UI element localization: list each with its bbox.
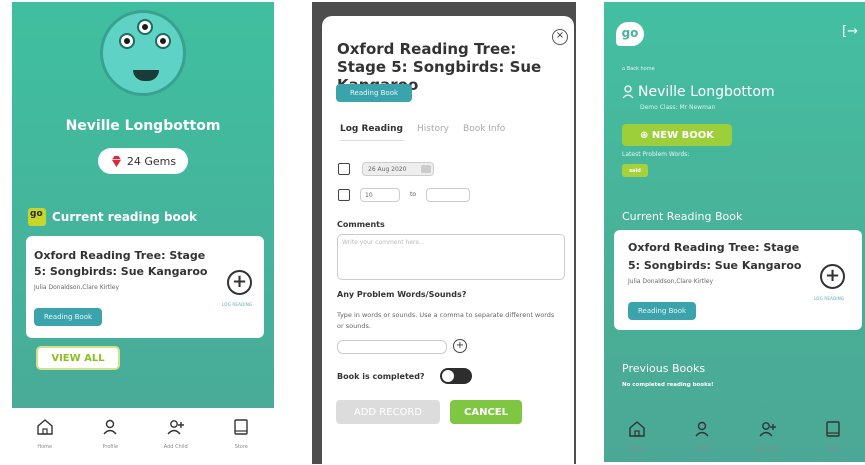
- modal-reading-book-tag: Reading Book: [336, 84, 412, 102]
- back-home-link[interactable]: ⌂ Back home: [622, 66, 655, 72]
- latest-problem-label: Latest Problem Words:: [622, 151, 690, 158]
- avatar-eye-right: [155, 33, 171, 49]
- view-all-button[interactable]: VIEW ALL: [36, 346, 120, 370]
- nav-add-child[interactable]: Add Child: [743, 420, 793, 452]
- nav-profile[interactable]: Profile: [677, 420, 727, 452]
- add-record-button[interactable]: ADD RECORD: [336, 400, 440, 424]
- book-authors: Julia Donaldson,Clare Kirtley: [628, 278, 714, 285]
- nav-add-child-label: Add Child: [163, 444, 188, 450]
- book-completed-label: Book is completed?: [337, 372, 425, 381]
- person-icon: [622, 85, 634, 99]
- home-icon: [629, 421, 645, 437]
- book-authors: Julia Donaldson,Clare Kirtley: [34, 284, 120, 291]
- current-reading-label: Current reading book: [52, 210, 198, 224]
- bottom-nav: Home Profile Add Child Store: [12, 408, 274, 460]
- back-home-label: Back home: [626, 66, 655, 72]
- nav-profile-label: Profile: [102, 444, 119, 450]
- nav-add-child[interactable]: Add Child: [151, 418, 201, 450]
- child-heading-name: Neville Longbottom: [638, 84, 775, 100]
- person-icon: [695, 421, 709, 437]
- date-picker[interactable]: 26 Aug 2020: [362, 162, 434, 176]
- tab-history[interactable]: History: [417, 124, 449, 134]
- previous-books-heading: Previous Books: [622, 362, 706, 375]
- nav-add-child-label: Add Child: [755, 446, 780, 452]
- person-icon: [103, 419, 117, 435]
- page-to-input[interactable]: [426, 188, 470, 202]
- no-previous-books-message: No completed reading books!: [622, 382, 714, 388]
- avatar-mouth: [133, 70, 159, 81]
- log-reading-label: LOG READING: [222, 302, 253, 307]
- reading-book-tag: Reading Book: [628, 302, 696, 320]
- book-icon: [826, 421, 840, 437]
- add-person-icon: [759, 422, 776, 437]
- book-completed-toggle[interactable]: [440, 368, 472, 384]
- logout-icon[interactable]: [→: [842, 24, 858, 39]
- tab-divider: [340, 140, 404, 141]
- avatar-eye-middle: [137, 19, 153, 35]
- gem-icon: [111, 155, 122, 167]
- comments-textarea[interactable]: Write your comment here...: [337, 234, 565, 280]
- go-read-icon: [28, 208, 46, 226]
- comments-label: Comments: [337, 220, 385, 229]
- current-reading-heading: Current Reading Book: [622, 210, 743, 223]
- tab-book-info[interactable]: Book Info: [463, 124, 505, 134]
- nav-home[interactable]: Home: [612, 420, 662, 452]
- page-icon: [338, 189, 350, 201]
- reading-book-tag: Reading Book: [34, 308, 102, 326]
- home-icon: [37, 419, 53, 435]
- nav-store-label: Store: [826, 446, 840, 452]
- nav-store[interactable]: Store: [808, 420, 858, 452]
- nav-home-label: Home: [629, 446, 645, 452]
- nav-profile[interactable]: Profile: [85, 418, 135, 450]
- bottom-nav: Home Profile Add Child Store: [604, 410, 865, 462]
- new-book-label: NEW BOOK: [651, 129, 714, 141]
- profile-screen: Neville Longbottom 24 Gems Current readi…: [12, 2, 274, 460]
- gems-count: 24 Gems: [126, 154, 177, 168]
- book-icon: [234, 419, 248, 435]
- nav-home[interactable]: Home: [20, 418, 70, 450]
- child-name: Neville Longbottom: [65, 118, 221, 134]
- child-screen: go [→ ⌂ Back home Neville Longbottom Dem…: [604, 2, 865, 462]
- current-reading-heading: Current reading book: [28, 208, 197, 226]
- log-reading-screen: × Oxford Reading Tree: Stage 5: Songbird…: [312, 2, 576, 464]
- book-title-line2: 5: Songbirds: Sue Kangaroo: [628, 259, 802, 272]
- log-reading-label: LOG READING: [814, 296, 845, 301]
- current-book-card[interactable]: Oxford Reading Tree: Stage 5: Songbirds:…: [614, 230, 862, 330]
- nav-home-label: Home: [37, 444, 53, 450]
- nav-store[interactable]: Store: [216, 418, 266, 450]
- log-reading-plus-icon[interactable]: +: [820, 264, 845, 289]
- problem-words-input[interactable]: [337, 340, 447, 354]
- problem-words-help: Type in words or sounds. Use a comma to …: [337, 311, 555, 330]
- to-label: to: [410, 191, 417, 198]
- book-title-line1: Oxford Reading Tree: Stage: [34, 249, 206, 262]
- problem-words-label: Any Problem Words/Sounds?: [337, 290, 467, 299]
- avatar-eye-left: [119, 33, 135, 49]
- modal-tabs: Log Reading History Book Info: [340, 124, 505, 134]
- problem-word-chip: said: [622, 164, 648, 177]
- log-reading-plus-icon[interactable]: +: [227, 270, 252, 295]
- go-read-logo: go: [616, 22, 644, 46]
- current-book-card[interactable]: Oxford Reading Tree: Stage 5: Songbirds:…: [26, 236, 264, 338]
- calendar-icon: [338, 163, 350, 175]
- add-problem-word-icon[interactable]: +: [453, 339, 467, 353]
- class-info: Demo Class: Mr Newman: [640, 104, 716, 111]
- nav-store-label: Store: [234, 444, 248, 450]
- gems-badge: 24 Gems: [98, 148, 188, 174]
- book-title-line1: Oxford Reading Tree: Stage: [628, 241, 800, 254]
- book-title-line2: 5: Songbirds: Sue Kangaroo: [34, 265, 208, 278]
- add-person-icon: [167, 420, 184, 435]
- monster-avatar: [100, 10, 186, 96]
- child-heading: Neville Longbottom: [622, 84, 775, 100]
- cancel-button[interactable]: CANCEL: [450, 400, 522, 424]
- page-from-input[interactable]: 10: [360, 188, 400, 202]
- nav-profile-label: Profile: [694, 446, 711, 452]
- tab-log-reading[interactable]: Log Reading: [340, 124, 403, 134]
- new-book-button[interactable]: ⊕ NEW BOOK: [622, 124, 732, 146]
